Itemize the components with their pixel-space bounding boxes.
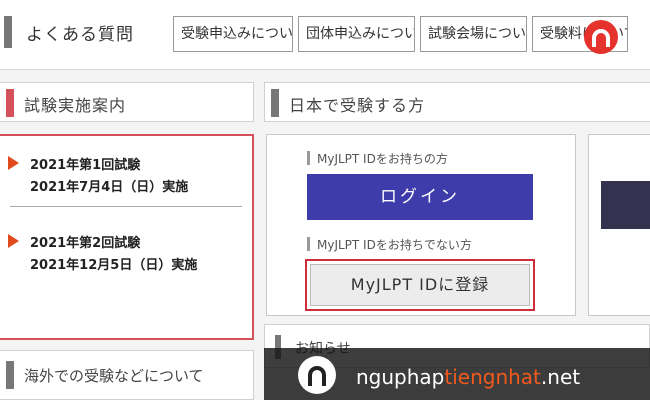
overseas-card (588, 134, 650, 316)
schedule-title: 2021年第1回試験 (30, 158, 141, 173)
faq-button-group[interactable]: 団体申込みについて (298, 16, 415, 52)
watermark-part3: .net (540, 365, 581, 389)
watermark-logo-icon (298, 356, 336, 394)
have-id-label: MyJLPT IDをお持ちの方 (317, 152, 448, 166)
register-button[interactable]: MyJLPT IDに登録 (310, 264, 530, 306)
exam-info-header: 試験実施案内 (0, 82, 254, 122)
schedule-date: 2021年12月5日（日）実施 (30, 258, 198, 273)
myjlpt-card: MyJLPT IDをお持ちの方 ログイン MyJLPT IDをお持ちでない方 M… (266, 134, 576, 316)
faq-accent-bar (4, 16, 12, 48)
schedule-divider (10, 206, 242, 207)
faq-button-venue[interactable]: 試験会場について (420, 16, 527, 52)
watermark-arch (308, 366, 326, 386)
faq-bar: よくある質問 受験申込みについて 団体申込みについて 試験会場について 受験料に… (0, 0, 650, 70)
schedule-date: 2021年7月4日（日）実施 (30, 180, 189, 195)
no-id-accent (307, 237, 310, 251)
overseas-header: 海外での受験などについて (0, 350, 254, 400)
register-highlight: MyJLPT IDに登録 (305, 259, 535, 311)
triangle-icon (8, 234, 19, 248)
overseas-accent (6, 361, 14, 389)
triangle-icon (8, 156, 19, 170)
logo-arch (592, 29, 610, 47)
exam-info-title: 試験実施案内 (24, 96, 127, 115)
faq-button-application[interactable]: 受験申込みについて (173, 16, 293, 52)
watermark-part2: tiengnhat (444, 365, 541, 389)
overseas-title: 海外での受験などについて (24, 367, 204, 385)
have-id-accent (307, 151, 310, 165)
japan-exam-accent (271, 89, 279, 117)
faq-title: よくある質問 (26, 25, 134, 45)
japan-exam-header: 日本で受験する方 (264, 82, 650, 122)
watermark-part1: nguphap (356, 365, 445, 389)
watermark-text: nguphaptiengnhat.net (356, 365, 580, 389)
overseas-login-button[interactable] (601, 181, 650, 229)
schedule-box: 2021年第1回試験 2021年7月4日（日）実施 2021年第2回試験 202… (0, 134, 254, 340)
site-logo-icon (584, 20, 618, 54)
no-id-label: MyJLPT IDをお持ちでない方 (317, 238, 472, 252)
exam-info-accent (6, 89, 14, 117)
login-button[interactable]: ログイン (307, 174, 533, 220)
schedule-title: 2021年第2回試験 (30, 236, 141, 251)
japan-exam-title: 日本で受験する方 (289, 96, 426, 115)
